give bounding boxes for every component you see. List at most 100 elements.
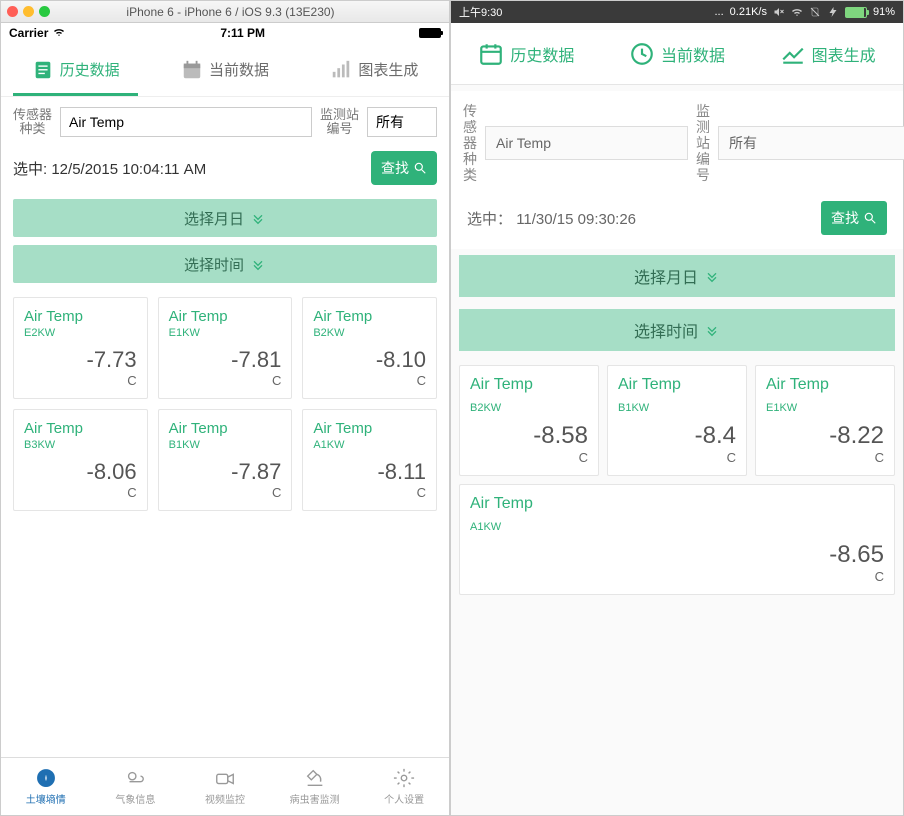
sensor-input[interactable] — [485, 126, 688, 160]
sensor-card[interactable]: Air Temp E2KW -7.73 C — [13, 297, 148, 399]
sensor-cards: Air Temp E2KW -7.73 C Air Temp E1KW -7.8… — [1, 287, 449, 521]
bottom-nav: 土壤墒情 气象信息 视频监控 病虫害监测 个人设置 — [1, 757, 449, 815]
select-time-bar[interactable]: 选择时间 — [13, 245, 437, 283]
top-tabs: 历史数据 当前数据 图表生成 — [1, 43, 449, 97]
battery-percent: 91% — [873, 6, 895, 18]
tab-chart[interactable]: 图表生成 — [752, 23, 903, 84]
sensor-card[interactable]: Air Temp B2KW -8.58 C — [459, 365, 599, 476]
footer-settings[interactable]: 个人设置 — [359, 758, 449, 815]
chevron-down-icon — [704, 322, 720, 338]
tab-label: 图表生成 — [812, 42, 876, 66]
card-title: Air Temp — [766, 376, 884, 394]
sensor-card[interactable]: Air Temp A1KW -8.11 C — [302, 409, 437, 511]
card-value: -7.87 — [169, 459, 282, 485]
card-unit: C — [24, 373, 137, 388]
card-unit: C — [24, 485, 137, 500]
selected-value: 11/30/15 09:30:26 — [516, 211, 636, 228]
footer-label: 个人设置 — [384, 791, 424, 806]
tab-label: 历史数据 — [60, 59, 120, 80]
close-window-button[interactable] — [7, 6, 18, 17]
card-value: -8.58 — [470, 422, 588, 450]
select-date-bar[interactable]: 选择月日 — [13, 199, 437, 237]
gear-icon — [392, 767, 416, 789]
tab-current[interactable]: 当前数据 — [602, 23, 753, 84]
window-titlebar[interactable]: iPhone 6 - iPhone 6 / iOS 9.3 (13E230) — [1, 1, 449, 23]
mute-icon — [773, 6, 785, 18]
card-title: Air Temp — [313, 420, 426, 437]
card-value: -8.10 — [313, 347, 426, 373]
footer-weather[interactable]: 气象信息 — [91, 758, 181, 815]
sensor-card[interactable]: Air Temp B3KW -8.06 C — [13, 409, 148, 511]
status-time: 上午9:30 — [459, 4, 502, 20]
camera-icon — [213, 767, 237, 789]
sensor-card[interactable]: Air Temp E1KW -8.22 C — [755, 365, 895, 476]
chevron-down-icon — [250, 256, 266, 272]
calendar-icon — [478, 41, 504, 67]
zoom-window-button[interactable] — [39, 6, 50, 17]
card-unit: C — [618, 450, 736, 465]
card-unit: C — [766, 450, 884, 465]
card-unit: C — [169, 373, 282, 388]
no-sim-icon — [809, 6, 821, 18]
tab-history[interactable]: 历史数据 — [1, 43, 150, 96]
ios-status-bar: Carrier 7:11 PM — [1, 23, 449, 43]
card-value: -7.81 — [169, 347, 282, 373]
tab-current[interactable]: 当前数据 — [150, 43, 299, 96]
station-input[interactable] — [718, 126, 904, 160]
card-subtitle: E2KW — [24, 327, 137, 339]
footer-label: 视频监控 — [205, 791, 245, 806]
card-value: -8.4 — [618, 422, 736, 450]
date-bar-label: 选择月日 — [634, 264, 698, 288]
android-device: 上午9:30 ... 0.21K/s 91% 历史数据 当前数据 图表生成 传感… — [450, 0, 904, 816]
calendar-icon — [181, 59, 203, 81]
card-subtitle: B3KW — [24, 439, 137, 451]
card-title: Air Temp — [470, 376, 588, 394]
footer-label: 病虫害监测 — [290, 791, 340, 806]
tab-chart[interactable]: 图表生成 — [300, 43, 449, 96]
plant-icon — [34, 767, 58, 789]
card-unit: C — [313, 373, 426, 388]
card-value: -8.11 — [313, 459, 426, 485]
card-subtitle: E1KW — [766, 402, 884, 414]
status-dots: ... — [714, 6, 723, 18]
battery-icon — [845, 7, 867, 18]
station-input[interactable] — [367, 107, 437, 137]
footer-pest[interactable]: 病虫害监测 — [270, 758, 360, 815]
sensor-card[interactable]: Air Temp A1KW -8.65 C — [459, 484, 895, 595]
search-icon — [413, 161, 427, 175]
filter-row: 传感器 种类 监测站 编号 — [1, 97, 449, 147]
card-title: Air Temp — [470, 495, 884, 513]
window-title: iPhone 6 - iPhone 6 / iOS 9.3 (13E230) — [58, 5, 403, 19]
tab-history[interactable]: 历史数据 — [451, 23, 602, 84]
minimize-window-button[interactable] — [23, 6, 34, 17]
card-title: Air Temp — [313, 308, 426, 325]
select-date-bar[interactable]: 选择月日 — [459, 255, 895, 297]
search-label: 查找 — [831, 208, 859, 228]
tab-label: 当前数据 — [661, 42, 725, 66]
sensor-card[interactable]: Air Temp E1KW -7.81 C — [158, 297, 293, 399]
sensor-card[interactable]: Air Temp B2KW -8.10 C — [302, 297, 437, 399]
sensor-input[interactable] — [60, 107, 312, 137]
footer-soil[interactable]: 土壤墒情 — [1, 758, 91, 815]
tab-label: 图表生成 — [358, 59, 418, 80]
ios-simulator-window: iPhone 6 - iPhone 6 / iOS 9.3 (13E230) C… — [0, 0, 450, 816]
android-status-bar: 上午9:30 ... 0.21K/s 91% — [451, 1, 903, 23]
chart-icon — [330, 59, 352, 81]
card-title: Air Temp — [169, 420, 282, 437]
tab-label: 当前数据 — [209, 59, 269, 80]
sensor-card[interactable]: Air Temp B1KW -8.4 C — [607, 365, 747, 476]
sensor-label: 传感器 种类 — [13, 108, 52, 137]
card-unit: C — [470, 569, 884, 584]
time-bar-label: 选择时间 — [634, 318, 698, 342]
top-tabs: 历史数据 当前数据 图表生成 — [451, 23, 903, 85]
sensor-cards: Air Temp B2KW -8.58 C Air Temp B1KW -8.4… — [451, 357, 903, 603]
filter-row: 传感器 种类 监测站 编号 — [451, 91, 903, 195]
search-button[interactable]: 查找 — [821, 201, 887, 235]
sensor-card[interactable]: Air Temp B1KW -7.87 C — [158, 409, 293, 511]
footer-video[interactable]: 视频监控 — [180, 758, 270, 815]
card-unit: C — [470, 450, 588, 465]
carrier-label: Carrier — [9, 26, 48, 40]
select-time-bar[interactable]: 选择时间 — [459, 309, 895, 351]
search-button[interactable]: 查找 — [371, 151, 437, 185]
card-subtitle: E1KW — [169, 327, 282, 339]
